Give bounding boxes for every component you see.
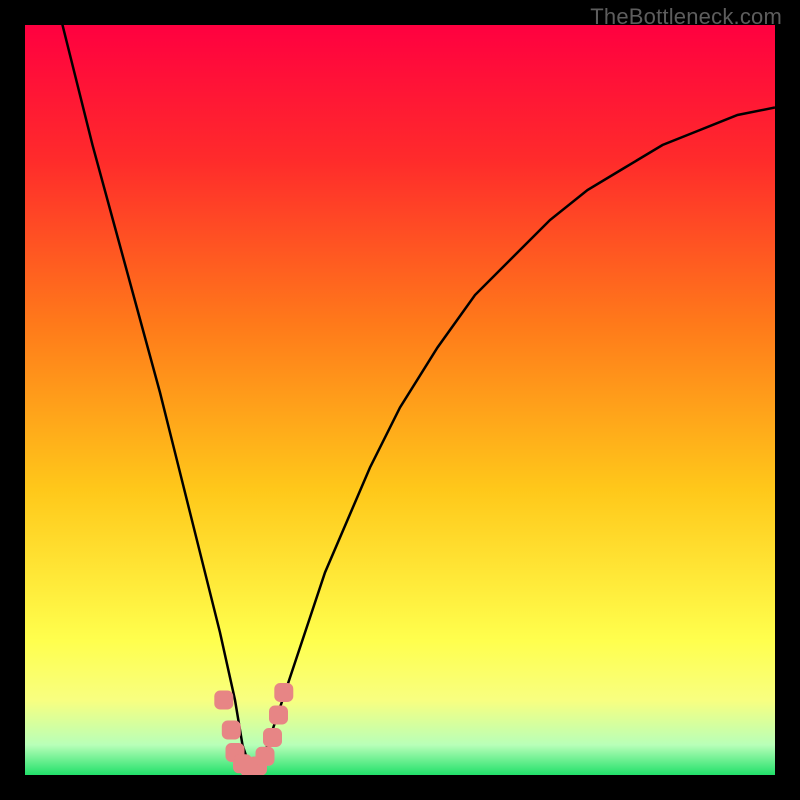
chart-container: TheBottleneck.com xyxy=(0,0,800,800)
gradient-background xyxy=(25,25,775,775)
marker-point xyxy=(222,721,240,739)
watermark-text: TheBottleneck.com xyxy=(590,4,782,30)
marker-point xyxy=(275,684,293,702)
marker-point xyxy=(264,729,282,747)
marker-point xyxy=(256,747,274,765)
plot-area xyxy=(25,25,775,775)
marker-point xyxy=(270,706,288,724)
bottleneck-curve-chart xyxy=(25,25,775,775)
marker-point xyxy=(215,691,233,709)
